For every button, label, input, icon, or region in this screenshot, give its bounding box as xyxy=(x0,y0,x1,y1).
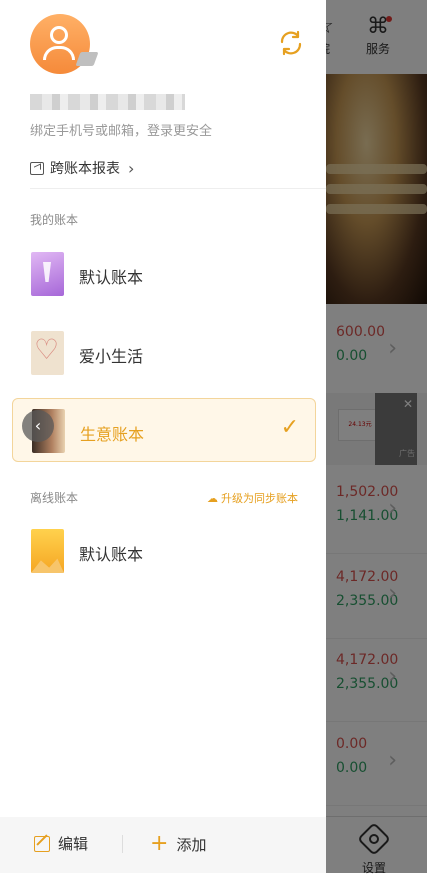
chevron-left-icon[interactable]: ‹ xyxy=(22,410,54,442)
cross-report-label: 跨账本报表 xyxy=(50,161,120,177)
book-item-selected[interactable]: 生意账本 ✓ xyxy=(12,398,316,462)
book-name: 爱小生活 xyxy=(79,347,144,366)
plus-icon: + xyxy=(150,831,169,856)
upgrade-sync-link[interactable]: ☁ 升级为同步账本 xyxy=(207,490,298,506)
edit-icon xyxy=(34,835,50,852)
book-name: 默认账本 xyxy=(79,545,144,564)
book-item[interactable]: 默认账本 xyxy=(12,242,316,306)
book-name: 默认账本 xyxy=(79,268,144,287)
chevron-right-icon: › xyxy=(128,158,135,178)
book-name: 生意账本 xyxy=(80,425,145,444)
cross-book-report-link[interactable]: 跨账本报表 › xyxy=(30,158,134,178)
checkmark-icon: ✓ xyxy=(280,415,299,440)
book-cover xyxy=(31,252,64,296)
vip-badge-icon xyxy=(75,52,99,66)
add-label: 添加 xyxy=(176,835,207,854)
section-offline-books: 离线账本 xyxy=(30,491,79,505)
book-item[interactable]: 爱小生活 xyxy=(12,321,316,385)
user-icon xyxy=(50,26,68,44)
drawer-bottom-bar: 编辑 + 添加 xyxy=(0,817,326,873)
edit-label: 编辑 xyxy=(58,835,89,853)
upgrade-label: 升级为同步账本 xyxy=(221,492,298,505)
cloud-upload-icon: ☁ xyxy=(207,491,218,505)
account-book-drawer: 绑定手机号或邮箱，登录更安全 跨账本报表 › 我的账本 默认账本 爱小生活 生意… xyxy=(0,0,326,873)
username-blurred xyxy=(30,94,185,110)
section-my-books: 我的账本 xyxy=(30,213,79,227)
add-button[interactable]: + 添加 xyxy=(150,833,206,855)
chart-icon xyxy=(30,161,44,175)
book-cover xyxy=(31,529,64,573)
divider xyxy=(30,188,326,189)
sync-icon[interactable] xyxy=(278,30,304,56)
offline-book-item[interactable]: 默认账本 xyxy=(12,519,316,583)
divider xyxy=(122,835,123,853)
edit-button[interactable]: 编辑 xyxy=(34,833,88,854)
bind-account-tip[interactable]: 绑定手机号或邮箱，登录更安全 xyxy=(30,120,212,139)
book-cover xyxy=(31,331,64,375)
